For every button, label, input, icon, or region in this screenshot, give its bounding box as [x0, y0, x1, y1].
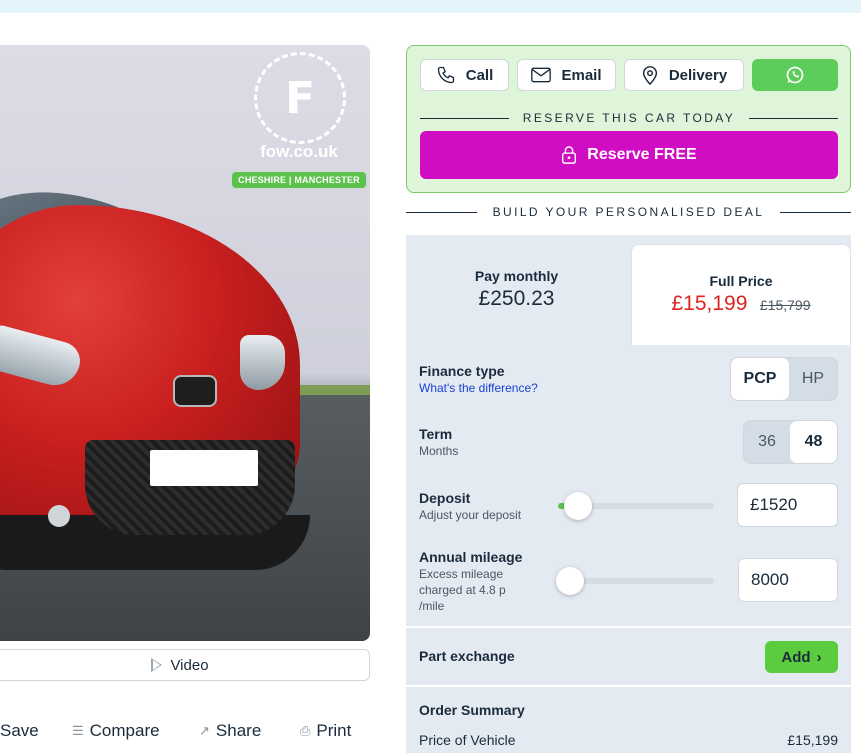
- whatsapp-icon: [786, 66, 804, 84]
- divider: [420, 117, 509, 119]
- location-pin-icon: [642, 66, 657, 85]
- photo-number-plate: [150, 450, 258, 486]
- reserve-free-label: Reserve FREE: [587, 146, 697, 163]
- compare-label: Compare: [89, 721, 160, 740]
- photo-toyota-badge: [173, 375, 217, 407]
- order-summary-title: Order Summary: [419, 702, 525, 718]
- share-label: Share: [215, 721, 262, 740]
- email-label: Email: [561, 66, 602, 84]
- envelope-icon: [531, 67, 552, 83]
- build-deal-heading: BUILD YOUR PERSONALISED DEAL: [406, 204, 851, 220]
- reserve-panel: Call Email Delivery RESERVE THIS CAR TOD…: [406, 45, 851, 193]
- deposit-sub: Adjust your deposit: [419, 508, 522, 522]
- print-label: Print: [316, 721, 352, 740]
- term-toggle: 36 48: [743, 420, 838, 464]
- mileage-slider-thumb[interactable]: [556, 567, 584, 595]
- photo-fog-light: [48, 505, 70, 527]
- divider: [406, 211, 477, 213]
- term-option-48[interactable]: 48: [790, 421, 837, 463]
- finance-option-pcp[interactable]: PCP: [731, 358, 789, 400]
- mileage-sub: Excess mileage charged at 4.8 p /mile: [419, 567, 506, 613]
- dealer-logo: F fow.co.uk CHESHIRE | MANCHESTER: [232, 52, 366, 192]
- video-label: Video: [170, 656, 209, 674]
- compare-button[interactable]: ☰ Compare: [72, 718, 160, 744]
- lock-icon: [562, 146, 577, 164]
- part-exchange-title: Part exchange: [419, 648, 515, 664]
- build-deal-heading-text: BUILD YOUR PERSONALISED DEAL: [492, 205, 765, 219]
- share-button[interactable]: ↗ Share: [199, 718, 261, 744]
- old-price: £15,799: [759, 297, 811, 313]
- term-sub: Months: [419, 444, 459, 458]
- chevron-right-icon: ›: [816, 648, 822, 666]
- logo-locations: CHESHIRE | MANCHESTER: [232, 172, 366, 188]
- tab-full-price[interactable]: Full Price £15,199 £15,799: [631, 244, 851, 345]
- summary-row-label: Price of Vehicle: [419, 732, 516, 748]
- top-banner: [0, 0, 861, 13]
- divider: [406, 685, 851, 687]
- monthly-price: £250.23: [478, 287, 555, 310]
- email-button[interactable]: Email: [517, 59, 616, 91]
- phone-icon: [437, 66, 454, 84]
- mileage-input[interactable]: 8000: [738, 558, 838, 602]
- part-exchange-add-button[interactable]: Add ›: [765, 641, 838, 673]
- logo-site: fow.co.uk: [260, 142, 338, 161]
- deal-builder: Pay monthly £250.23 Full Price £15,199 £…: [406, 235, 851, 753]
- sliders-icon: ☰: [72, 723, 84, 738]
- mileage-title: Annual mileage: [419, 549, 523, 565]
- vehicle-actions: Save ☰ Compare ↗ Share ⎙ Print: [0, 718, 380, 744]
- call-label: Call: [465, 66, 494, 84]
- print-button[interactable]: ⎙ Print: [300, 718, 351, 744]
- save-label: Save: [0, 721, 39, 740]
- finance-difference-link[interactable]: What's the difference?: [419, 380, 538, 396]
- whatsapp-button[interactable]: [752, 59, 838, 91]
- term-option-36[interactable]: 36: [744, 421, 790, 463]
- reserve-heading-text: RESERVE THIS CAR TODAY: [522, 111, 736, 125]
- call-button[interactable]: Call: [420, 59, 509, 91]
- delivery-button[interactable]: Delivery: [624, 59, 744, 91]
- term-title: Term: [419, 426, 453, 442]
- reserve-heading: RESERVE THIS CAR TODAY: [420, 110, 838, 126]
- full-price: £15,199: [671, 292, 748, 315]
- printer-icon: ⎙: [300, 723, 311, 738]
- finance-option-hp[interactable]: HP: [789, 358, 837, 400]
- add-label: Add: [781, 648, 811, 666]
- full-price-label: Full Price: [709, 273, 773, 289]
- play-icon: [151, 658, 163, 672]
- logo-letter: F: [284, 72, 316, 124]
- video-button[interactable]: Video: [0, 649, 370, 681]
- divider: [406, 626, 851, 628]
- reserve-free-button[interactable]: Reserve FREE: [420, 131, 838, 179]
- divider: [780, 211, 851, 213]
- deposit-slider-thumb[interactable]: [563, 492, 592, 520]
- summary-row-value: £15,199: [787, 732, 838, 748]
- save-button[interactable]: Save: [0, 718, 39, 744]
- delivery-label: Delivery: [668, 66, 728, 84]
- share-icon: ↗: [199, 723, 210, 738]
- finance-type-title: Finance type: [419, 363, 505, 379]
- pay-monthly-label: Pay monthly: [474, 268, 559, 284]
- divider: [749, 117, 838, 119]
- deposit-input[interactable]: £1520: [737, 483, 838, 527]
- logo-emblem: F: [254, 52, 346, 144]
- finance-type-toggle: PCP HP: [730, 357, 838, 401]
- deposit-title: Deposit: [419, 490, 471, 506]
- tab-pay-monthly[interactable]: Pay monthly £250.23: [406, 235, 627, 345]
